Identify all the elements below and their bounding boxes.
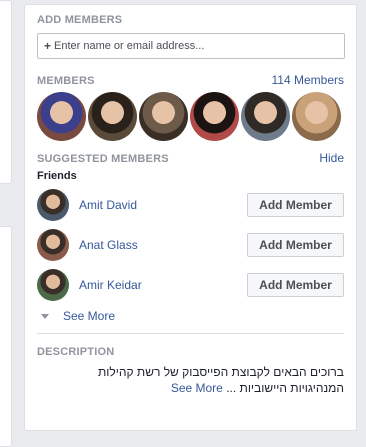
avatar[interactable] — [37, 189, 69, 221]
left-column-card — [0, 0, 12, 184]
see-more-link[interactable]: See More — [63, 309, 115, 323]
description-text: ברוכים הבאים לקבוצת הפייסבוק של רשת קהיל… — [37, 364, 344, 396]
divider — [37, 333, 344, 334]
add-member-button[interactable]: Add Member — [247, 193, 344, 217]
member-avatar[interactable] — [139, 92, 188, 141]
suggested-member-name[interactable]: Amit David — [79, 198, 247, 212]
members-title: MEMBERS — [37, 75, 95, 87]
description-line-1: ברוכים הבאים לקבוצת הפייסבוק של רשת קהיל… — [98, 365, 344, 379]
group-members-panel: ADD MEMBERS + Enter name or email addres… — [24, 4, 357, 431]
hide-suggestions-link[interactable]: Hide — [319, 151, 344, 165]
member-avatar[interactable] — [190, 92, 239, 141]
chevron-down-icon — [41, 314, 49, 319]
friends-label: Friends — [37, 170, 77, 182]
see-more-suggestions[interactable]: See More — [41, 309, 344, 323]
members-header: MEMBERS 114 Members — [37, 73, 344, 87]
add-member-button[interactable]: Add Member — [247, 273, 344, 297]
suggested-member-name[interactable]: Anat Glass — [79, 238, 247, 252]
suggested-members-header: SUGGESTED MEMBERS Hide — [37, 151, 344, 165]
suggested-member-row: Amir Keidar Add Member — [37, 268, 344, 302]
avatar[interactable] — [37, 269, 69, 301]
left-column-card — [0, 226, 12, 447]
members-count-link[interactable]: 114 Members — [272, 73, 344, 87]
member-avatar[interactable] — [37, 92, 86, 141]
member-avatar[interactable] — [292, 92, 341, 141]
add-member-input[interactable]: + Enter name or email address... — [37, 33, 345, 59]
description-title: DESCRIPTION — [37, 346, 115, 358]
member-avatars — [37, 92, 344, 141]
add-member-placeholder: Enter name or email address... — [54, 40, 205, 52]
plus-icon: + — [44, 39, 52, 53]
add-members-title: ADD MEMBERS — [37, 14, 123, 26]
avatar[interactable] — [37, 229, 69, 261]
suggested-member-name[interactable]: Amir Keidar — [79, 278, 247, 292]
suggested-member-row: Anat Glass Add Member — [37, 228, 344, 262]
description-line-2-text: המנהיגויות היישוביות ... — [226, 381, 344, 395]
description-see-more-link[interactable]: See More — [171, 381, 223, 395]
add-member-button[interactable]: Add Member — [247, 233, 344, 257]
suggested-members-title: SUGGESTED MEMBERS — [37, 153, 169, 165]
suggested-member-row: Amit David Add Member — [37, 188, 344, 222]
description-line-2: המנהיגויות היישוביות ... See More — [37, 380, 344, 396]
member-avatar[interactable] — [241, 92, 290, 141]
member-avatar[interactable] — [88, 92, 137, 141]
